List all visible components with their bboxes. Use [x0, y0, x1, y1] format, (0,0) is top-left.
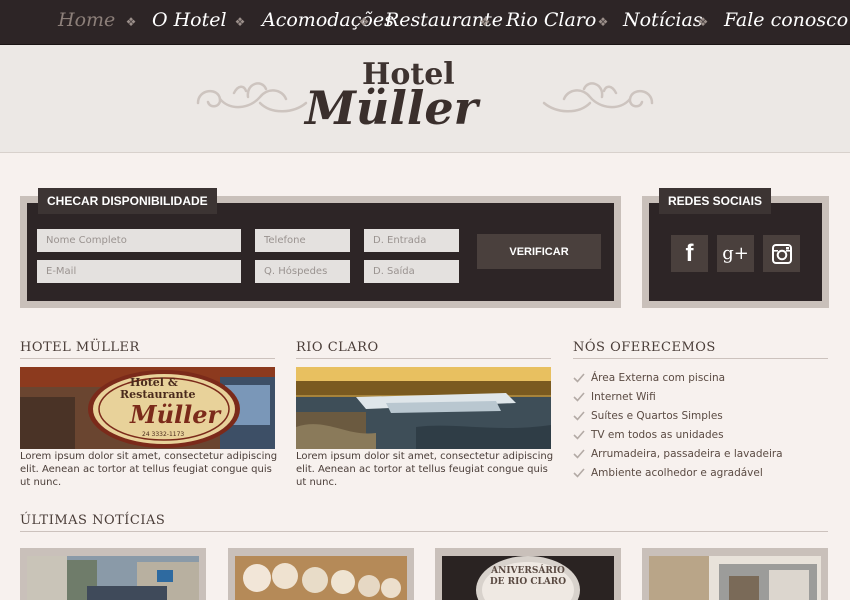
news-image	[235, 556, 407, 600]
ornament-icon: ❖	[358, 15, 370, 29]
waterfall-image	[296, 367, 551, 449]
checkout-field[interactable]	[364, 260, 459, 283]
news-image: ANIVERSÁRIO DE RIO CLARO	[442, 556, 614, 600]
check-icon	[573, 429, 585, 440]
offer-label: Ambiente acolhedor e agradável	[591, 466, 763, 479]
nav-acomodacoes[interactable]: Acomodações	[262, 9, 394, 35]
check-icon	[573, 467, 585, 478]
offer-item: Arrumadeira, passadeira e lavadeira	[573, 445, 823, 462]
news-card[interactable]	[642, 548, 828, 600]
hotel-section-title: HOTEL MÜLLER	[20, 340, 275, 359]
email-field[interactable]	[37, 260, 241, 283]
ornament-icon: ❖	[597, 15, 609, 29]
ornament-icon: ❖	[697, 15, 709, 29]
offer-item: Internet Wifi	[573, 388, 823, 405]
offer-item: Área Externa com piscina	[573, 369, 823, 386]
right-flourish-icon	[542, 82, 654, 113]
historic-photo-image	[649, 556, 821, 600]
offer-label: Área Externa com piscina	[591, 371, 726, 384]
google-plus-button[interactable]: g+	[717, 235, 754, 272]
news-card[interactable]: ANIVERSÁRIO DE RIO CLARO	[435, 548, 621, 600]
check-icon	[573, 448, 585, 459]
social-title: REDES SOCIAIS	[659, 188, 772, 214]
offer-label: TV em todos as unidades	[591, 428, 724, 441]
news-image	[649, 556, 821, 600]
check-icon	[573, 391, 585, 402]
checkin-field[interactable]	[364, 229, 459, 252]
logo-muller-text: Müller	[305, 81, 478, 135]
hotel-photo: Hotel & Restaurante Müller 24 3332-1173	[20, 367, 275, 449]
facebook-icon: f	[685, 239, 694, 267]
nav-rio-claro[interactable]: Rio Claro	[506, 9, 596, 35]
nav-fale-conosco[interactable]: Fale conosco	[724, 9, 848, 35]
google-plus-icon: g+	[722, 243, 749, 264]
ornament-icon: ❖	[479, 15, 491, 29]
rio-description: Lorem ipsum dolor sit amet, consectetur …	[296, 451, 554, 488]
check-icon	[573, 372, 585, 383]
phone-field[interactable]	[255, 229, 350, 252]
main-nav: Home ❖ O Hotel ❖ Acomodações ❖ Restauran…	[0, 0, 850, 45]
name-field[interactable]	[37, 229, 241, 252]
check-icon	[573, 410, 585, 421]
sign-line3: Müller	[130, 400, 221, 429]
booking-title: CHECAR DISPONIBILIDADE	[38, 188, 217, 214]
hotel-description: Lorem ipsum dolor sit amet, consectetur …	[20, 451, 278, 488]
news-image	[27, 556, 199, 600]
anniversary-text: ANIVERSÁRIO DE RIO CLARO	[489, 566, 567, 587]
instagram-icon	[771, 243, 792, 264]
news-card[interactable]	[228, 548, 414, 600]
news-section-title: ÚLTIMAS NOTÍCIAS	[20, 513, 828, 532]
offer-label: Internet Wifi	[591, 390, 656, 403]
ornament-icon: ❖	[125, 15, 137, 29]
offer-item: Ambiente acolhedor e agradável	[573, 464, 823, 481]
guests-field[interactable]	[255, 260, 350, 283]
site-header: Hotel Müller	[0, 45, 850, 153]
instagram-button[interactable]	[763, 235, 800, 272]
nav-home[interactable]: Home	[58, 9, 115, 35]
ornament-icon: ❖	[234, 15, 246, 29]
offer-label: Arrumadeira, passadeira e lavadeira	[591, 447, 783, 460]
offer-item: Suítes e Quartos Simples	[573, 407, 823, 424]
news-card[interactable]	[20, 548, 206, 600]
nav-noticias[interactable]: Notícias	[623, 9, 703, 35]
offer-item: TV em todos as unidades	[573, 426, 823, 443]
rio-photo	[296, 367, 551, 449]
sign-phone: 24 3332-1173	[142, 431, 185, 438]
left-flourish-icon	[196, 82, 308, 113]
street-parade-image	[27, 556, 199, 600]
offers-section-title: NÓS OFERECEMOS	[573, 340, 828, 359]
offer-label: Suítes e Quartos Simples	[591, 409, 723, 422]
nav-o-hotel[interactable]: O Hotel	[152, 9, 227, 35]
facebook-button[interactable]: f	[671, 235, 708, 272]
verify-button[interactable]: VERIFICAR	[477, 234, 601, 269]
photo-exhibit-image	[235, 556, 407, 600]
rio-section-title: RIO CLARO	[296, 340, 551, 359]
